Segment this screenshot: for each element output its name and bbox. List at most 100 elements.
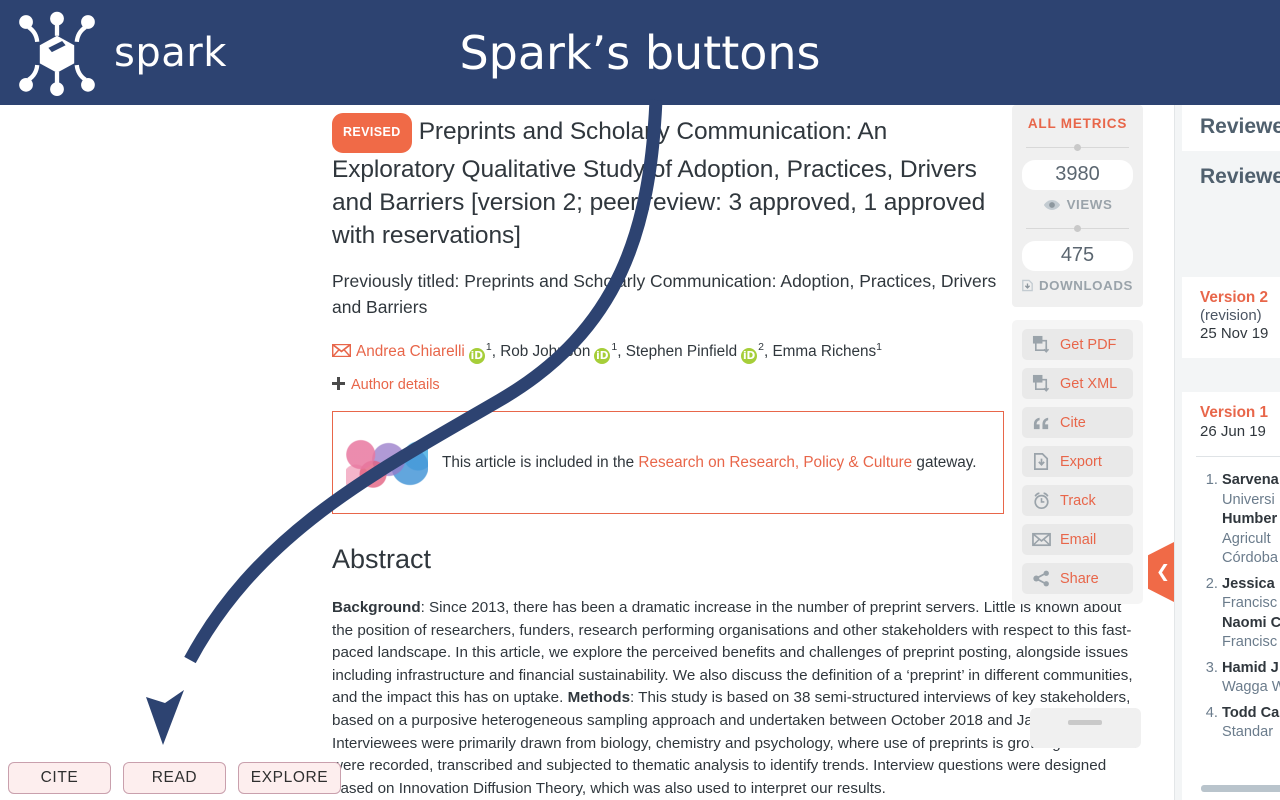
article: REVISED Preprints and Scholarly Communica…	[332, 105, 1138, 800]
spark-explore-button[interactable]: EXPLORE	[238, 762, 341, 794]
reviewer-list: Sarvena Universi Humber Agricult Córdoba…	[1182, 457, 1280, 743]
export-icon	[1033, 453, 1049, 470]
abstract-label-background: Background	[332, 599, 421, 617]
email-label: Email	[1060, 531, 1097, 548]
version-entry-1[interactable]: Version 1 26 Jun 19	[1182, 392, 1280, 456]
orcid-icon[interactable]: iD	[741, 348, 758, 365]
share-label: Share	[1060, 570, 1099, 587]
reviewer-3-line-1: Wagga W	[1222, 679, 1280, 695]
abstract-heading: Abstract	[332, 544, 432, 575]
version-1-date: 26 Jun 19	[1200, 423, 1266, 440]
version-2-name: Version 2	[1200, 289, 1269, 306]
share-button[interactable]: Share	[1022, 563, 1133, 594]
spark-cite-button[interactable]: CITE	[8, 762, 111, 794]
author-affiliation-3: 1	[876, 341, 883, 353]
metrics-and-actions-rail: ALL METRICS 3980 VIEWS 475 DOWNLOADS Get…	[1012, 105, 1143, 748]
xml-download-icon	[1032, 374, 1050, 392]
reviewer-1-line-2: Humber	[1222, 511, 1278, 527]
gateway-thumbnail	[346, 427, 428, 498]
version-entry-2[interactable]: Version 2 (revision) 25 Nov 19	[1182, 277, 1280, 358]
get-pdf-button[interactable]: Get PDF	[1022, 329, 1133, 360]
get-xml-label: Get XML	[1060, 375, 1118, 392]
views-label: VIEWS	[1066, 197, 1113, 212]
brand-wordmark: spark	[114, 29, 227, 76]
reviewer-4-line-0: Todd Ca	[1222, 704, 1280, 721]
reviewer-1-line-0: Sarvena	[1222, 472, 1279, 488]
export-label: Export	[1060, 453, 1102, 470]
views-label-row: VIEWS	[1022, 197, 1133, 212]
sidebar-content: Reviewer Reviewer Version 2 (revision) 2…	[1182, 105, 1280, 749]
action-buttons-card: Get PDF Get XML Cite Export Track Email …	[1012, 320, 1143, 604]
downloads-label-row: DOWNLOADS	[1022, 278, 1133, 293]
reviewer-2-line-1: Francisc	[1222, 595, 1278, 611]
author-details-label: Author details	[351, 377, 440, 394]
partially-visible-button[interactable]	[1030, 708, 1141, 748]
track-button[interactable]: Track	[1022, 485, 1133, 516]
corresponding-author-envelope-icon	[332, 344, 351, 358]
pdf-download-icon	[1032, 335, 1050, 353]
author-name-1: Rob Johnson	[500, 343, 591, 361]
eye-icon	[1043, 199, 1060, 210]
reviewer-1-line-3: Agricult	[1222, 530, 1271, 547]
reviewer-item[interactable]: Jessica Francisc Naomi C Francisc	[1222, 575, 1280, 653]
all-metrics-label[interactable]: ALL METRICS	[1022, 116, 1133, 131]
chevron-left-icon: ❮	[1155, 561, 1171, 582]
envelope-icon	[1032, 532, 1051, 547]
spark-read-button[interactable]: READ	[123, 762, 226, 794]
author-affiliation-2: 2	[758, 341, 764, 353]
article-title: REVISED Preprints and Scholarly Communica…	[332, 113, 1004, 252]
email-button[interactable]: Email	[1022, 524, 1133, 555]
spark-hexagon-node-logo	[19, 11, 95, 96]
cite-label: Cite	[1060, 414, 1086, 431]
reviewer-2-line-3: Francisc	[1222, 634, 1278, 650]
version-2-sub: (revision)	[1200, 307, 1262, 324]
cite-button[interactable]: Cite	[1022, 407, 1133, 438]
gateway-prefix: This article is included in the	[442, 453, 639, 471]
reviewer-1-line-4: Córdoba	[1222, 550, 1278, 566]
sidebar-heading-2: Reviewer	[1200, 165, 1280, 188]
app-header: spark Spark’s buttons	[0, 0, 1280, 105]
version-2-date: 25 Nov 19	[1200, 325, 1269, 342]
get-pdf-label: Get PDF	[1060, 336, 1117, 353]
gateway-link[interactable]: Research on Research, Policy & Culture	[638, 454, 912, 471]
gateway-suffix: gateway.	[912, 453, 977, 471]
track-label: Track	[1060, 492, 1096, 509]
reviewer-item[interactable]: Todd Ca Standar	[1222, 704, 1280, 743]
metric-divider	[1026, 144, 1129, 151]
author-name-3: Emma Richens	[772, 343, 877, 361]
reviewer-item[interactable]: Sarvena Universi Humber Agricult Córdoba	[1222, 471, 1280, 569]
spark-button-bar: CITE READ EXPLORE	[8, 762, 341, 794]
reviewer-4-line-1: Standar	[1222, 724, 1274, 740]
downloads-label: DOWNLOADS	[1038, 278, 1133, 293]
sidebar-heading-1-row: Reviewer	[1182, 105, 1280, 151]
downloads-value: 475	[1022, 241, 1133, 271]
abstract-body: Background: Since 2013, there has been a…	[332, 597, 1144, 800]
orcid-icon[interactable]: iD	[594, 348, 611, 365]
orcid-icon[interactable]: iD	[468, 348, 485, 365]
author-details-toggle[interactable]: Author details	[332, 377, 1004, 393]
sidebar-collapse-tab[interactable]: ❮	[1148, 542, 1174, 602]
sidebar-heading-2-row: Reviewer	[1182, 151, 1280, 277]
author-name-2: Stephen Pinfield	[625, 343, 738, 361]
screen: spark Spark’s buttons REVISED Preprints a…	[0, 0, 1280, 800]
reviewer-3-line-0: Hamid J	[1222, 659, 1279, 676]
quote-icon	[1033, 417, 1049, 430]
sidebar-heading-1: Reviewer	[1200, 115, 1280, 138]
reviewer-2-line-0: Jessica	[1222, 575, 1275, 592]
sidebar-scroll-track[interactable]	[1175, 105, 1182, 800]
reviewer-2-line-2: Naomi C	[1222, 614, 1280, 631]
status-badge: REVISED	[332, 113, 412, 153]
article-title-text: Preprints and Scholarly Communication: A…	[332, 118, 986, 249]
abstract-label-methods: Methods	[567, 689, 631, 707]
gateway-text: This article is included in the Research…	[442, 454, 977, 472]
get-xml-button[interactable]: Get XML	[1022, 368, 1133, 399]
brand: spark	[14, 9, 227, 97]
author-affiliation-1: 1	[611, 341, 618, 353]
author-list: Andrea Chiarelli iD1, Rob Johnson iD1, Ste…	[332, 336, 1004, 365]
author-link-0[interactable]: Andrea Chiarelli	[356, 343, 465, 360]
sidebar-horizontal-scrollbar[interactable]	[1201, 785, 1280, 792]
reviewer-item[interactable]: Hamid J Wagga W	[1222, 659, 1280, 698]
gateway-banner: This article is included in the Research…	[332, 411, 1004, 515]
export-button[interactable]: Export	[1022, 446, 1133, 477]
download-icon	[1022, 279, 1033, 292]
